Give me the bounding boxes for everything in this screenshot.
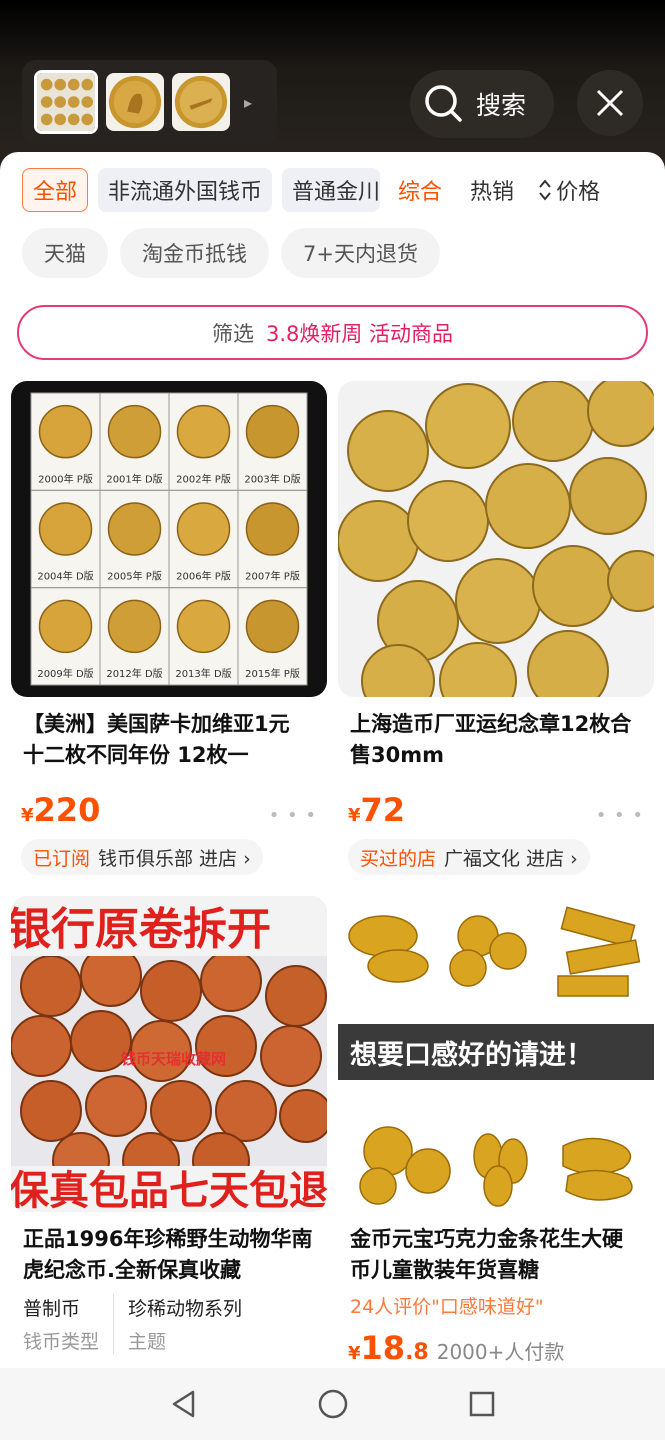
close-icon <box>596 89 624 117</box>
image-search-header: ▸ 搜索 <box>0 0 665 175</box>
image-banner-top: 银行原卷拆开 <box>11 904 271 955</box>
filter-row: 全部 非流通外国钱币 普通金川 综合 热销 价格 <box>22 168 665 212</box>
coin-year-label: 2001年 D版 <box>106 472 162 485</box>
tag-tmall[interactable]: 天猫 <box>22 228 108 278</box>
back-nav-icon[interactable] <box>169 1389 199 1419</box>
shop-name: 钱币俱乐部 <box>98 847 194 870</box>
sort-price-label: 价格 <box>556 180 601 205</box>
price-currency: ¥ <box>348 805 361 826</box>
product-price-4: 18.8 <box>360 1329 429 1367</box>
image-banner: 想要口感好的请进！ <box>350 1039 593 1071</box>
product-card-3[interactable]: 银行原卷拆开 钱币天瑞收藏网 保真包品七天包退 正品1996年珍稀野生动物华南虎… <box>11 896 327 1354</box>
coin-year-label: 2004年 D版 <box>37 570 93 583</box>
thumbnail-coin-back[interactable] <box>172 73 230 131</box>
coin-year-label: 2009年 D版 <box>37 667 93 680</box>
product-price-1: 220 <box>33 791 101 829</box>
product-title-4[interactable]: 金币元宝巧克力金条花生大硬币儿童散装年货喜糖 <box>338 1224 654 1286</box>
coin-image <box>245 502 300 556</box>
coin-image <box>176 404 231 459</box>
recents-nav-icon[interactable] <box>468 1390 496 1418</box>
image-thumbnail-strip: ▸ <box>22 60 277 144</box>
more-icon[interactable]: • • • <box>596 805 644 826</box>
thumbnail-coin-front[interactable] <box>106 73 164 131</box>
image-banner-bottom: 保真包品七天包退 <box>11 1168 327 1212</box>
more-icon[interactable]: • • • <box>269 805 317 826</box>
review-snippet: 24人评价"口感味道好" <box>350 1296 544 1318</box>
tag-return[interactable]: 7+天内退货 <box>281 228 440 278</box>
coin-year-label: 2015年 P版 <box>245 667 300 680</box>
tag-taojinbi[interactable]: 淘金币抵钱 <box>120 228 269 278</box>
shop-name: 广福文化 <box>444 847 521 870</box>
coin-image <box>176 599 231 654</box>
product-title-2[interactable]: 上海造币厂亚运纪念章12枚合售30mm <box>338 709 654 771</box>
coin-image <box>38 404 93 459</box>
attr-coin-type: 普制币 钱币类型 <box>23 1298 100 1353</box>
coin-year-label: 2012年 D版 <box>106 667 162 680</box>
sold-count: 2000+人付款 <box>436 1340 565 1364</box>
price-currency: ¥ <box>21 805 34 826</box>
service-tags: 天猫 淘金币抵钱 7+天内退货 <box>22 228 440 278</box>
category-chip-gold[interactable]: 普通金川 <box>282 168 381 212</box>
shop-link-1[interactable]: 已订阅 钱币俱乐部 进店 › <box>21 839 263 875</box>
enter-shop-link: 进店 › <box>199 847 251 870</box>
coin-image <box>107 502 162 556</box>
sort-bestselling[interactable]: 热销 <box>470 174 514 206</box>
sort-comprehensive[interactable]: 综合 <box>398 174 442 206</box>
product-attributes-3: 普制币 钱币类型 珍稀动物系列 主题 <box>11 1294 327 1354</box>
coin-year-label: 2000年 P版 <box>38 472 93 485</box>
search-icon <box>425 85 462 122</box>
product-price-2: 72 <box>360 791 406 829</box>
product-image-3[interactable]: 银行原卷拆开 钱币天瑞收藏网 保真包品七天包退 <box>11 896 327 1212</box>
price-currency: ¥ <box>348 1343 361 1364</box>
coin-image <box>245 404 300 459</box>
chevron-right-icon[interactable]: ▸ <box>244 93 252 112</box>
coin-year-label: 2013年 D版 <box>175 667 231 680</box>
shop-link-2[interactable]: 买过的店 广福文化 进店 › <box>348 839 590 875</box>
close-button[interactable] <box>577 70 643 136</box>
image-watermark: 钱币天瑞收藏网 <box>121 1050 226 1068</box>
category-chip-all[interactable]: 全部 <box>22 168 89 212</box>
coin-year-label: 2006年 P版 <box>176 570 231 583</box>
system-nav-bar <box>0 1368 665 1440</box>
promo-filter-bar[interactable]: 筛选 3.8焕新周 活动商品 <box>17 305 648 360</box>
product-title-1[interactable]: 【美洲】美国萨卡加维亚1元 十二枚不同年份 12枚一 <box>11 709 327 771</box>
sort-price[interactable]: 价格 <box>538 174 600 206</box>
thumbnail-coin-grid[interactable] <box>34 70 98 134</box>
coin-image <box>38 502 93 556</box>
search-button[interactable]: 搜索 <box>410 70 554 138</box>
search-label: 搜索 <box>476 91 527 120</box>
coin-year-label: 2003年 D版 <box>244 472 300 485</box>
product-image-1[interactable]: 2000年 P版 2001年 D版 2002年 P版 2003年 D版 2004年 D版… <box>11 381 327 697</box>
coin-year-label: 2007年 P版 <box>245 570 300 583</box>
coin-year-label: 2002年 P版 <box>176 472 231 485</box>
filter-label: 筛选 <box>211 321 254 346</box>
enter-shop-link: 进店 › <box>526 847 578 870</box>
home-nav-icon[interactable] <box>317 1388 349 1420</box>
product-card-1[interactable]: 2000年 P版 2001年 D版 2002年 P版 2003年 D版 2004年 D版… <box>11 381 327 875</box>
product-title-3[interactable]: 正品1996年珍稀野生动物华南虎纪念币.全新保真收藏 <box>11 1224 327 1286</box>
coin-image <box>107 404 162 459</box>
shop-badge: 已订阅 <box>33 847 91 870</box>
category-chip-foreign-coins[interactable]: 非流通外国钱币 <box>98 168 273 212</box>
coin-image <box>245 599 300 654</box>
product-image-4[interactable]: 想要口感好的请进！ <box>338 896 654 1212</box>
attr-theme: 珍稀动物系列 主题 <box>113 1294 256 1354</box>
coin-image <box>176 502 231 556</box>
promo-label: 3.8焕新周 活动商品 <box>265 321 454 346</box>
product-card-4[interactable]: 想要口感好的请进！ 金币元宝巧克力金条花生大硬币儿童散装年货喜糖 24人评价"口… <box>338 896 654 1367</box>
coin-year-label: 2005年 P版 <box>107 570 162 583</box>
coin-image <box>38 599 93 654</box>
product-image-2[interactable] <box>338 381 654 697</box>
shop-badge: 买过的店 <box>360 847 437 870</box>
coin-image <box>107 599 162 654</box>
results-panel: 全部 非流通外国钱币 普通金川 综合 热销 价格 天猫 淘金币抵钱 7+天内退货… <box>0 152 665 1440</box>
product-card-2[interactable]: 上海造币厂亚运纪念章12枚合售30mm ¥ 72 • • • 买过的店 广福文化… <box>338 381 654 875</box>
sort-arrows-icon <box>539 179 551 201</box>
